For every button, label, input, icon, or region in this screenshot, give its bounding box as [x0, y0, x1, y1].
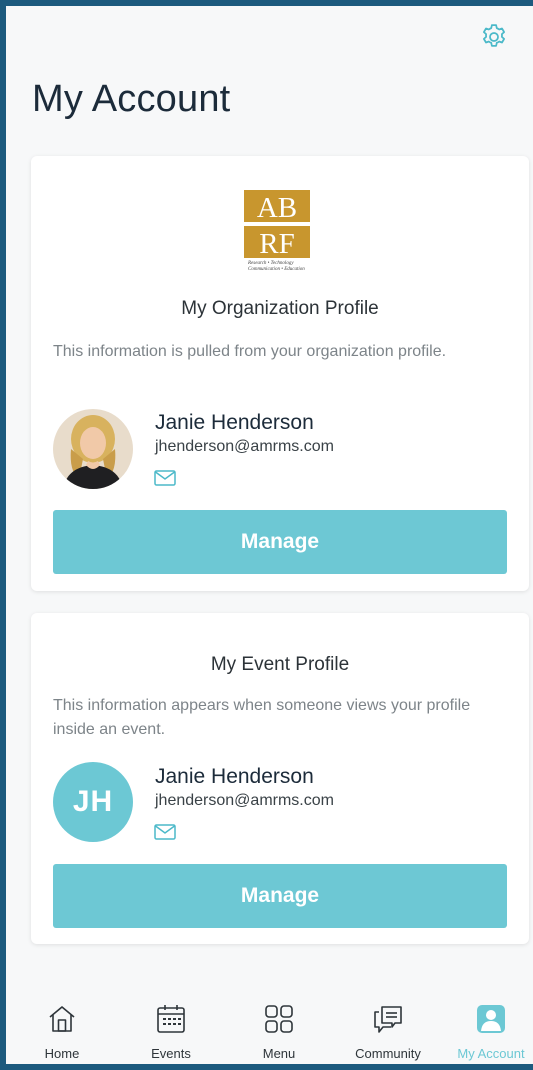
settings-button[interactable]	[477, 20, 511, 54]
event-profile-description: This information appears when someone vi…	[53, 697, 471, 738]
organization-profile-description: This information is pulled from your org…	[53, 343, 447, 360]
event-profile-name: Janie Henderson	[155, 765, 314, 788]
logo-text-top: AB	[257, 192, 297, 224]
event-manage-button[interactable]: Manage	[53, 864, 507, 928]
app-screen: My Account AB RF Research • Technology C…	[6, 6, 533, 1064]
avatar	[53, 409, 133, 489]
tab-label: My Account	[457, 1046, 525, 1061]
logo-tagline-1: Research • Technology	[247, 261, 294, 266]
logo-text-bottom: RF	[259, 228, 294, 260]
home-icon	[49, 1006, 75, 1032]
tab-label: Community	[355, 1046, 421, 1061]
person-icon	[477, 1005, 505, 1033]
organization-profile-name: Janie Henderson	[155, 411, 314, 434]
logo-tagline-2: Communication • Education	[248, 267, 305, 272]
organization-profile-title: My Organization Profile	[181, 298, 379, 319]
tab-label: Home	[44, 1046, 80, 1061]
tab-home[interactable]: Home	[12, 1002, 112, 1062]
tab-community[interactable]: Community	[338, 1002, 438, 1062]
grid-icon	[265, 1005, 293, 1033]
organization-profile-card: AB RF Research • Technology Communicatio…	[31, 156, 529, 591]
tab-events[interactable]: Events	[121, 1002, 221, 1062]
bottom-tab-bar: Home Events Menu Community My Account	[6, 994, 533, 1064]
event-profile-card: My Event Profile This information appear…	[31, 613, 529, 944]
mail-icon[interactable]	[153, 468, 177, 488]
tab-my-account[interactable]: My Account	[446, 1002, 533, 1062]
calendar-icon	[157, 1005, 185, 1033]
tab-label: Events	[151, 1046, 191, 1061]
event-profile-title: My Event Profile	[210, 654, 350, 675]
tab-menu[interactable]: Menu	[229, 1002, 329, 1062]
gear-icon	[483, 24, 505, 47]
page-title: My Account	[32, 78, 231, 120]
organization-profile-email: jhenderson@amrms.com	[155, 438, 334, 455]
mail-icon[interactable]	[153, 822, 177, 842]
profile-photo	[53, 409, 133, 489]
event-profile-email: jhenderson@amrms.com	[155, 792, 334, 809]
organization-manage-button[interactable]: Manage	[53, 510, 507, 574]
chat-icon	[374, 1006, 402, 1033]
tab-label: Menu	[262, 1046, 296, 1061]
organization-logo: AB RF Research • Technology Communicatio…	[244, 190, 310, 272]
avatar: JH	[53, 762, 133, 842]
